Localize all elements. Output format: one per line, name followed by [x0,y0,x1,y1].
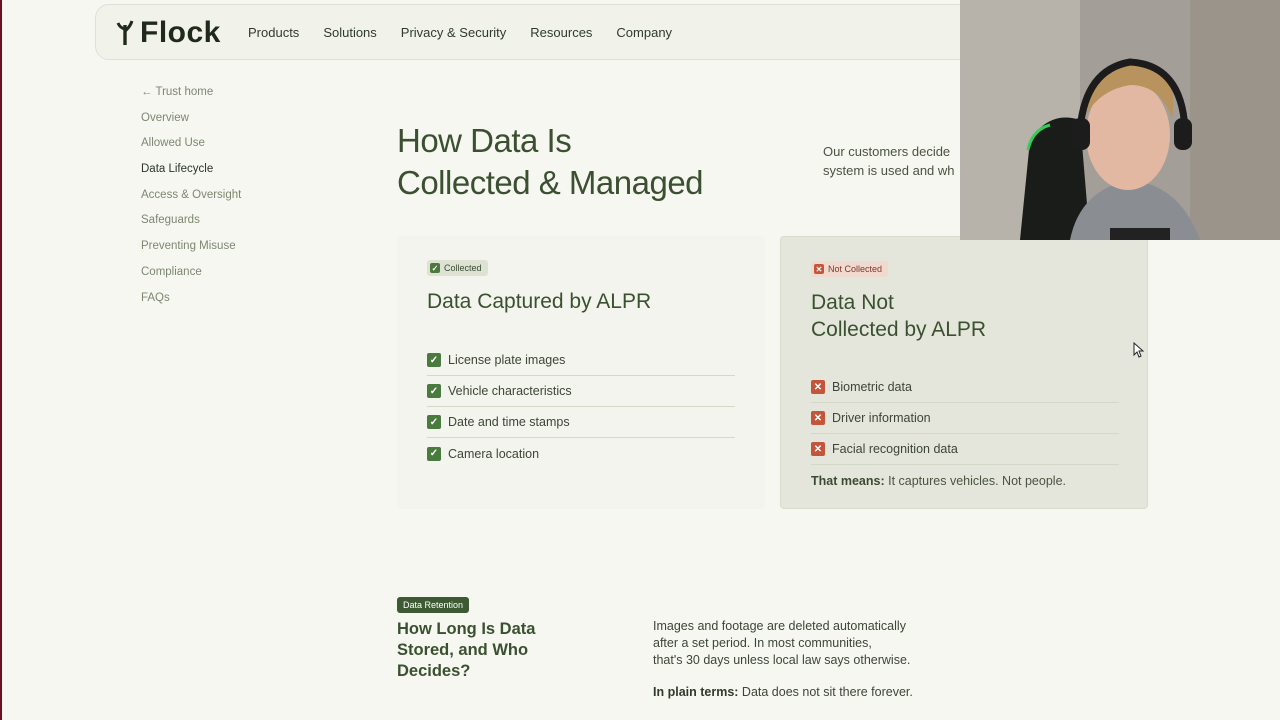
page-title: How Data Is Collected & Managed [397,120,704,204]
list-item: ✓ License plate images [427,345,735,376]
list-item-label: Camera location [448,446,540,461]
top-navigation-bar: Flock Products Solutions Privacy & Secur… [95,4,975,60]
collected-badge: ✓ Collected [427,260,488,276]
nav-company[interactable]: Company [616,25,672,40]
not-collected-title-line1: Data Not [811,291,894,314]
that-means-note: That means: It captures vehicles. Not pe… [811,474,1066,488]
list-item-label: Facial recognition data [832,442,958,456]
intro-text: Our customers decide system is used and … [823,142,963,180]
not-collected-list: ✕ Biometric data ✕ Driver information ✕ … [811,372,1119,465]
webcam-overlay [960,0,1280,240]
plain-terms-label: In plain terms: [653,685,739,699]
check-icon: ✓ [427,415,441,429]
list-item: ✓ Camera location [427,438,735,469]
intro-line2: system is used and wh [823,163,955,178]
check-icon: ✓ [427,384,441,398]
retention-text-line3: that's 30 days unless local law says oth… [653,653,911,667]
collected-card: ✓ Collected Data Captured by ALPR ✓ Lice… [397,236,765,509]
logo-text: Flock [140,16,221,49]
cross-icon: ✕ [814,264,824,274]
retention-text: Images and footage are deleted automatic… [653,618,913,669]
list-item-label: Date and time stamps [448,415,570,429]
list-item: ✓ Vehicle characteristics [427,376,735,407]
plain-terms-text: Data does not sit there forever. [738,685,913,699]
flock-logo[interactable]: Flock [116,16,221,50]
check-icon: ✓ [427,446,441,461]
not-collected-card-title: Data Not Collected by ALPR [811,289,986,343]
list-item-label: Vehicle characteristics [448,384,572,398]
sidebar-item-preventing-misuse[interactable]: Preventing Misuse [141,240,241,266]
list-item: ✕ Facial recognition data [811,434,1119,465]
mouse-cursor-icon [1133,342,1145,358]
not-collected-card: ✕ Not Collected Data Not Collected by AL… [780,236,1148,509]
nav-products[interactable]: Products [248,25,299,40]
collected-list: ✓ License plate images ✓ Vehicle charact… [427,345,735,469]
sidebar-item-faqs[interactable]: FAQs [141,292,241,318]
list-item-label: Biometric data [832,380,912,394]
sidebar-item-allowed-use[interactable]: Allowed Use [141,137,241,163]
sidebar-item-safeguards[interactable]: Safeguards [141,214,241,240]
flock-logo-icon [116,20,134,45]
nav-resources[interactable]: Resources [530,25,592,40]
collected-badge-label: Collected [444,263,482,273]
not-collected-title-line2: Collected by ALPR [811,318,987,341]
not-collected-badge: ✕ Not Collected [811,261,889,277]
plain-terms-note: In plain terms: Data does not sit there … [653,685,913,699]
not-collected-badge-label: Not Collected [828,264,883,274]
list-item: ✕ Driver information [811,403,1119,434]
trust-home-link[interactable]: ← Trust home [141,86,241,112]
that-means-label: That means: [811,474,885,488]
sidebar-item-compliance[interactable]: Compliance [141,266,241,292]
list-item: ✕ Biometric data [811,372,1119,403]
retention-text-line2: after a set period. In most communities, [653,636,872,650]
sidebar-item-data-lifecycle[interactable]: Data Lifecycle [141,163,241,189]
retention-title: How Long Is Data Stored, and Who Decides… [397,620,536,680]
nav-solutions[interactable]: Solutions [323,25,376,40]
collected-card-title: Data Captured by ALPR [427,290,652,313]
check-icon: ✓ [430,263,440,273]
webcam-person-image [960,0,1280,240]
window-edge [0,0,2,720]
sidebar-item-overview[interactable]: Overview [141,112,241,138]
list-item-label: Driver information [832,411,931,425]
intro-line1: Our customers decide [823,144,951,159]
trust-sidebar: ← Trust home Overview Allowed Use Data L… [141,86,241,317]
list-item: ✓ Date and time stamps [427,407,735,438]
sidebar-item-access-oversight[interactable]: Access & Oversight [141,189,241,215]
page-title-line1: How Data Is [397,122,572,159]
cross-icon: ✕ [811,380,825,394]
that-means-text: It captures vehicles. Not people. [884,474,1066,488]
list-item-label: License plate images [448,353,566,367]
check-icon: ✓ [427,353,441,367]
page-title-line2: Collected & Managed [397,164,704,201]
cross-icon: ✕ [811,411,825,425]
main-nav: Products Solutions Privacy & Security Re… [248,25,672,40]
retention-text-line1: Images and footage are deleted automatic… [653,619,906,633]
data-retention-badge: Data Retention [397,597,470,613]
nav-privacy-security[interactable]: Privacy & Security [401,25,506,40]
cross-icon: ✕ [811,442,825,456]
